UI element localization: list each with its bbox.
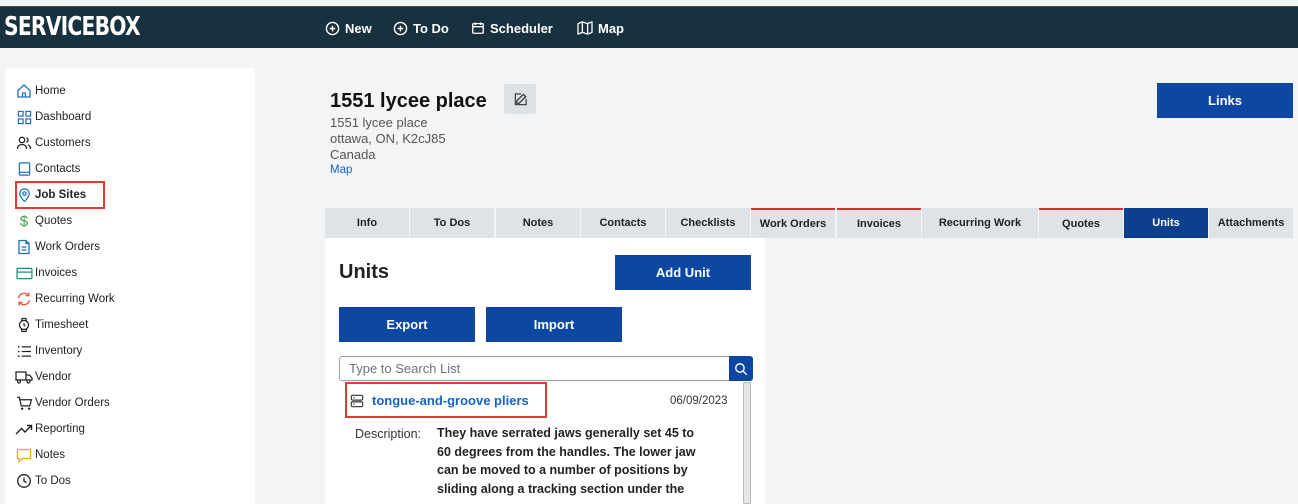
edit-icon <box>514 92 527 105</box>
plus-circle-icon <box>393 21 408 35</box>
units-title: Units <box>339 261 389 283</box>
tab-quotes[interactable]: Quotes <box>1039 208 1123 238</box>
todo-button[interactable]: To Do <box>393 7 449 49</box>
sidebar-item-inventory[interactable]: Inventory <box>15 340 82 362</box>
card-icon <box>15 264 33 282</box>
sidebar-item-label: To Dos <box>35 475 71 487</box>
grid-icon <box>15 108 33 126</box>
tab-units[interactable]: Units <box>1124 208 1208 238</box>
unit-date: 06/09/2023 <box>670 395 728 407</box>
sidebar-item-label: Vendor <box>35 371 72 383</box>
add-unit-button[interactable]: Add Unit <box>615 255 751 290</box>
sidebar-item-label: Work Orders <box>35 241 100 253</box>
tab-invoices[interactable]: Invoices <box>837 208 921 238</box>
address-line-1: 1551 lycee place <box>330 115 428 130</box>
map-nav-label: Map <box>598 20 624 36</box>
export-button[interactable]: Export <box>339 307 475 342</box>
unit-item-highlight <box>345 382 547 418</box>
logo: SERVICEBOX <box>4 12 141 42</box>
calendar-icon <box>472 22 484 34</box>
tab-to-dos[interactable]: To Dos <box>410 208 494 238</box>
search-icon <box>735 362 748 375</box>
description-line: 60 degrees from the handles. The lower j… <box>437 444 696 459</box>
job-sites-highlight <box>15 181 105 209</box>
tab-work-orders[interactable]: Work Orders <box>751 208 835 238</box>
description-label: Description: <box>355 427 421 441</box>
sidebar-item-label: Notes <box>35 449 66 461</box>
contact-book-icon <box>15 160 33 178</box>
description-line: sliding along a tracking section under t… <box>437 481 685 496</box>
sidebar-item-work-orders[interactable]: Work Orders <box>15 236 100 258</box>
truck-icon <box>15 368 33 386</box>
sidebar-item-label: Timesheet <box>35 319 89 331</box>
sidebar-item-home[interactable]: Home <box>15 80 66 102</box>
scheduler-label: Scheduler <box>490 20 553 36</box>
home-icon <box>15 82 33 100</box>
sidebar-item-label: Contacts <box>35 163 81 175</box>
refresh-icon <box>15 290 33 308</box>
document-icon <box>15 238 33 256</box>
page-title: 1551 lycee place <box>330 90 487 112</box>
watch-icon <box>15 316 33 334</box>
sidebar-item-to-dos[interactable]: To Dos <box>15 470 71 492</box>
sidebar-item-dashboard[interactable]: Dashboard <box>15 106 91 128</box>
sidebar-item-label: Dashboard <box>35 111 92 123</box>
sidebar-item-label: Vendor Orders <box>35 397 110 409</box>
cart-icon <box>15 394 33 412</box>
sidebar-item-label: Quotes <box>35 215 73 227</box>
trend-up-icon <box>15 420 33 438</box>
sidebar-item-notes[interactable]: Notes <box>15 444 65 466</box>
users-icon <box>15 134 33 152</box>
sidebar-item-vendor[interactable]: Vendor <box>15 366 71 388</box>
description-line: They have serrated jaws generally set 45… <box>437 426 695 440</box>
scrollbar-thumb[interactable] <box>743 382 751 504</box>
new-label: New <box>345 20 372 36</box>
tab-info[interactable]: Info <box>325 208 409 238</box>
description-line: can be moved to a number of positions by <box>437 463 688 477</box>
links-button[interactable]: Links <box>1157 83 1293 118</box>
search-input[interactable] <box>339 356 730 381</box>
sidebar-item-customers[interactable]: Customers <box>15 132 91 154</box>
top-bar: SERVICEBOX New To Do Scheduler Map <box>0 6 1298 48</box>
map-nav-button[interactable]: Map <box>577 7 624 49</box>
sidebar-item-label: Recurring Work <box>35 293 115 305</box>
address-line-3: Canada <box>330 147 376 162</box>
sidebar-item-contacts[interactable]: Contacts <box>15 158 80 180</box>
sidebar-item-invoices[interactable]: Invoices <box>15 262 77 284</box>
list-icon <box>15 342 33 360</box>
sidebar-item-quotes[interactable]: $ Quotes <box>15 210 72 232</box>
edit-button[interactable] <box>504 84 536 114</box>
import-button[interactable]: Import <box>486 307 622 342</box>
address-line-2: ottawa, ON, K2cJ85 <box>330 131 446 146</box>
sidebar-item-timesheet[interactable]: Timesheet <box>15 314 88 336</box>
chat-icon <box>15 446 33 464</box>
tab-attachments[interactable]: Attachments <box>1209 208 1293 238</box>
new-button[interactable]: New <box>325 7 372 49</box>
tab-notes[interactable]: Notes <box>496 208 580 238</box>
clock-icon <box>15 472 33 490</box>
sidebar-item-label: Invoices <box>35 267 78 279</box>
plus-circle-icon <box>325 21 340 35</box>
sidebar-item-vendor-orders[interactable]: Vendor Orders <box>15 392 110 414</box>
tab-checklists[interactable]: Checklists <box>666 208 750 238</box>
todo-label: To Do <box>413 20 449 36</box>
sidebar-item-label: Home <box>35 85 66 97</box>
sidebar-item-reporting[interactable]: Reporting <box>15 418 85 440</box>
sidebar-item-label: Inventory <box>35 345 83 357</box>
dollar-icon: $ <box>19 212 29 230</box>
sidebar-item-recurring-work[interactable]: Recurring Work <box>15 288 115 310</box>
sidebar-item-label: Customers <box>35 137 91 149</box>
tab-recurring-work[interactable]: Recurring Work <box>922 208 1038 238</box>
scheduler-button[interactable]: Scheduler <box>471 7 553 49</box>
map-link[interactable]: Map <box>330 164 352 176</box>
search-button[interactable] <box>729 356 753 381</box>
sidebar-item-label: Reporting <box>35 423 85 435</box>
map-icon <box>577 21 593 35</box>
tab-contacts[interactable]: Contacts <box>581 208 665 238</box>
description-text: They have serrated jaws generally set 45… <box>437 424 727 498</box>
